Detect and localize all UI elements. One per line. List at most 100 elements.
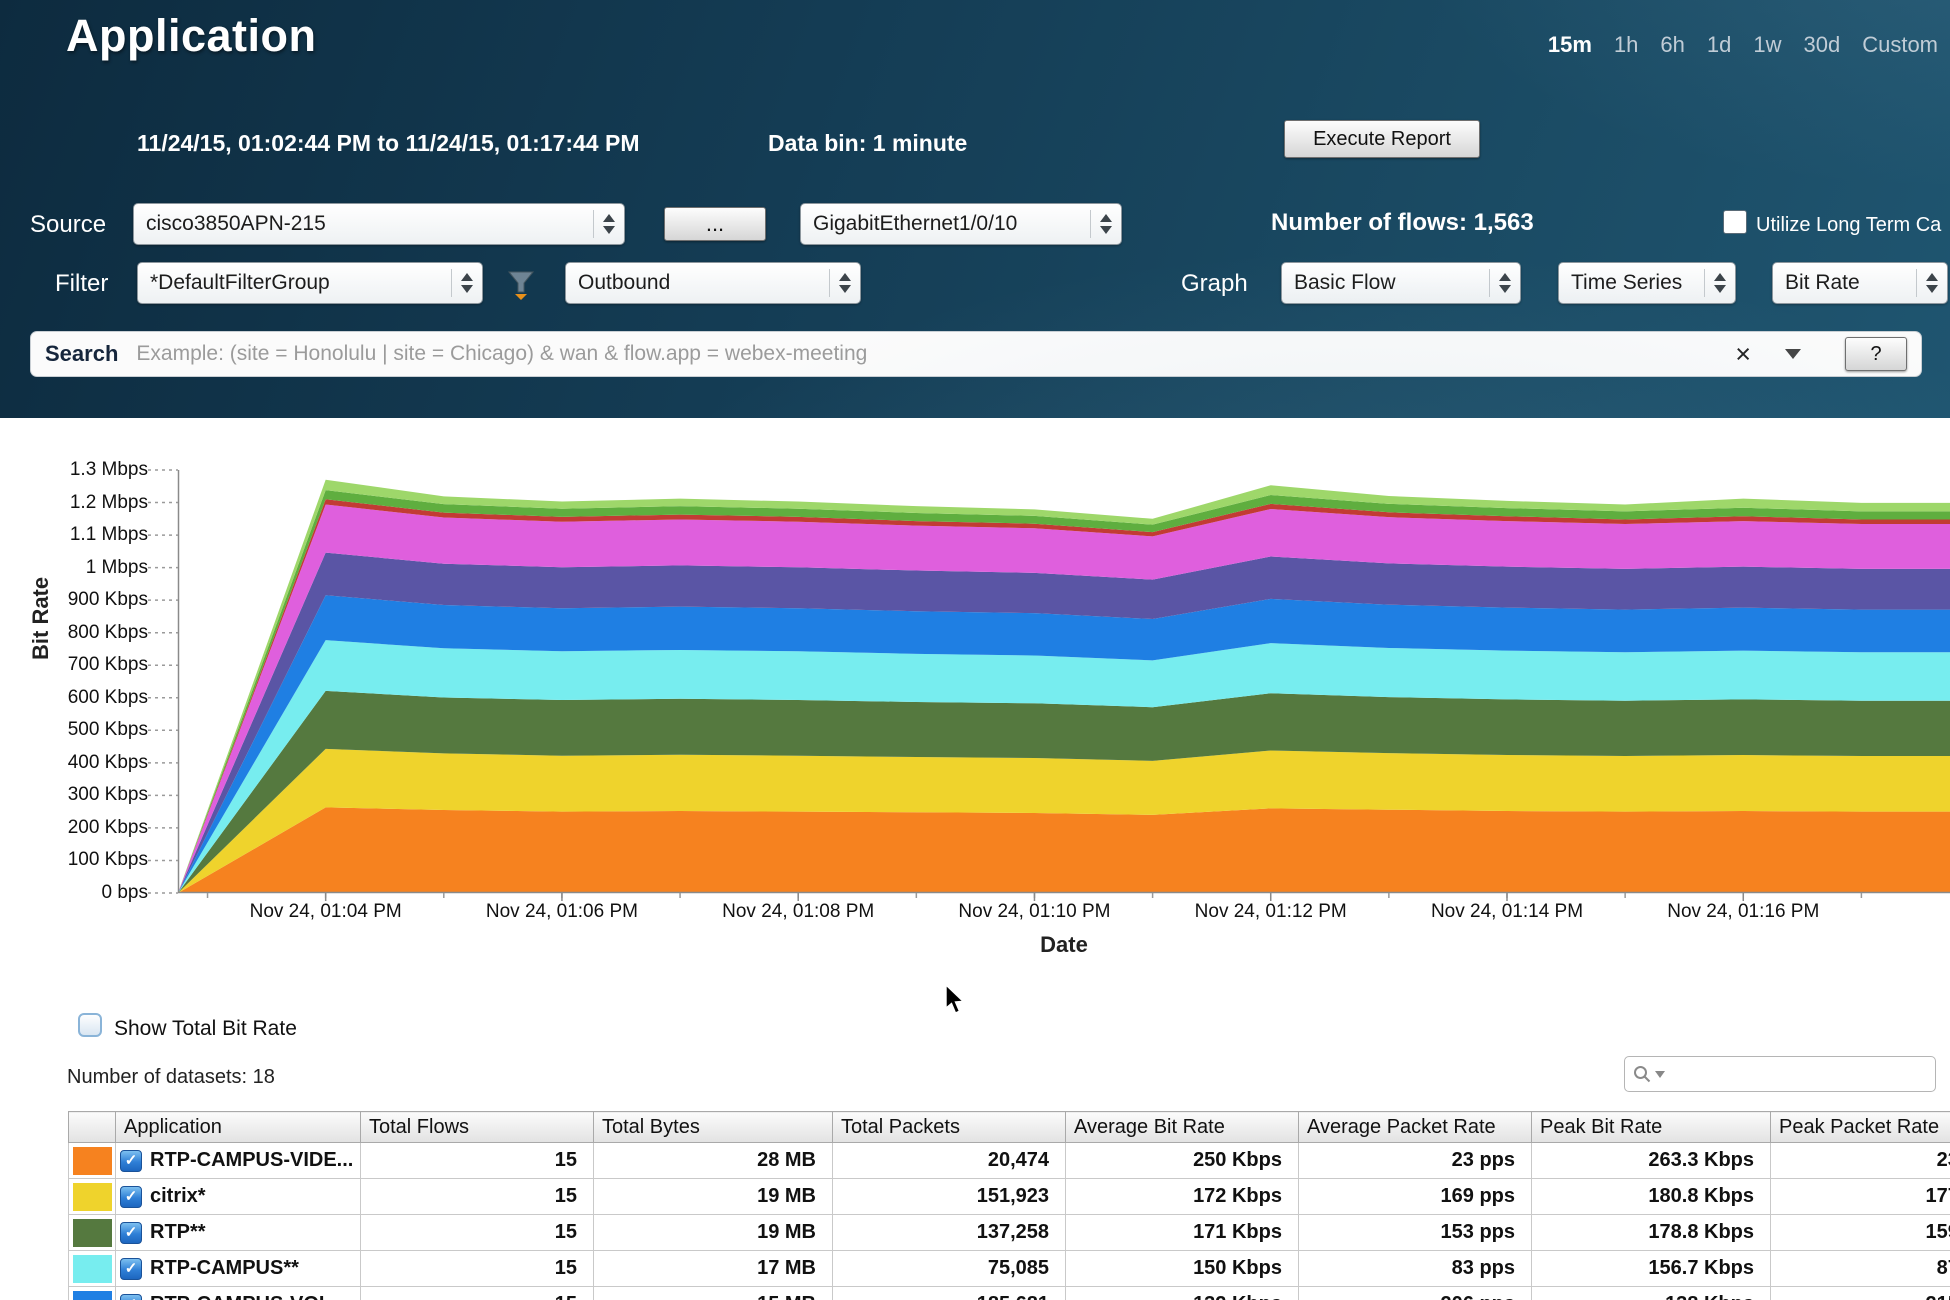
table-search-input[interactable] — [1671, 1063, 1927, 1086]
application-cell: ✓ RTP-CAMPUS** — [116, 1251, 361, 1287]
execute-report-button[interactable]: Execute Report — [1284, 120, 1480, 158]
cell-total_packets: 137,258 — [833, 1215, 1066, 1251]
stepper-icon[interactable] — [593, 210, 624, 238]
cell-avg_bit_rate: 171 Kbps — [1066, 1215, 1299, 1251]
report-time-span: 11/24/15, 01:02:44 PM to 11/24/15, 01:17… — [137, 130, 640, 157]
application-name: RTP-CAMPUS-VIDE... — [150, 1149, 353, 1171]
search-dropdown-caret-icon[interactable] — [1785, 349, 1801, 359]
time-range-selector: 15m 1h 6h 1d 1w 30d Custom — [1548, 32, 1938, 58]
show-total-bit-rate-checkbox[interactable] — [78, 1013, 102, 1037]
interface-value: GigabitEthernet1/0/10 — [813, 212, 1017, 236]
x-tick-label: Nov 24, 01:12 PM — [1195, 901, 1347, 923]
y-tick-label: 600 Kbps — [68, 687, 148, 709]
graph-metric-value: Bit Rate — [1785, 271, 1860, 295]
data-bin-label: Data bin: 1 minute — [768, 130, 967, 157]
y-tick-label: 400 Kbps — [68, 752, 148, 774]
time-range-1w[interactable]: 1w — [1753, 32, 1781, 58]
table-row: ✓RTP-CAMPUS-VOI...1515 MB185,681132 Kbps… — [69, 1287, 1950, 1300]
application-cell: ✓ RTP-CAMPUS-VIDE... — [116, 1143, 361, 1179]
application-report-page: Application 15m 1h 6h 1d 1w 30d Custom 11/24/1… — [0, 0, 1950, 1300]
stepper-icon[interactable] — [1704, 269, 1735, 297]
long-term-cache-checkbox[interactable] — [1723, 210, 1747, 234]
cell-peak_bit_rate: 156.7 Kbps — [1532, 1251, 1771, 1287]
cell-total_bytes: 15 MB — [594, 1287, 833, 1300]
application-flow-table: ApplicationTotal FlowsTotal BytesTotal P… — [68, 1111, 1950, 1300]
x-axis-title: Date — [1040, 932, 1088, 958]
cell-peak_bit_rate: 138 Kbps — [1532, 1287, 1771, 1300]
cell-total_bytes: 17 MB — [594, 1251, 833, 1287]
cell-total_packets: 185,681 — [833, 1287, 1066, 1300]
x-tick-label: Nov 24, 01:08 PM — [722, 901, 874, 923]
application-name: RTP-CAMPUS** — [150, 1257, 299, 1279]
stepper-icon[interactable] — [829, 269, 860, 297]
search-bar: Search × ? — [30, 331, 1922, 377]
direction-value: Outbound — [578, 271, 670, 295]
cell-total_flows: 15 — [361, 1287, 594, 1300]
time-range-1d[interactable]: 1d — [1707, 32, 1731, 58]
cell-avg_bit_rate: 150 Kbps — [1066, 1251, 1299, 1287]
direction-dropdown[interactable]: Outbound — [565, 262, 861, 304]
cell-peak_bit_rate: 178.8 Kbps — [1532, 1215, 1771, 1251]
mouse-cursor — [945, 985, 971, 1015]
column-header-peak-packet-rate[interactable]: Peak Packet Rate — [1771, 1112, 1950, 1143]
column-header-average-packet-rate[interactable]: Average Packet Rate — [1299, 1112, 1532, 1143]
y-tick-label: 100 Kbps — [68, 849, 148, 871]
cell-avg_bit_rate: 172 Kbps — [1066, 1179, 1299, 1215]
stepper-icon[interactable] — [1489, 269, 1520, 297]
filter-group-dropdown[interactable]: *DefaultFilterGroup — [137, 262, 483, 304]
series-color-swatch — [69, 1215, 116, 1251]
cell-peak_packet_rate: 23 pps — [1771, 1143, 1950, 1179]
y-tick-label: 700 Kbps — [68, 654, 148, 676]
cell-peak_bit_rate: 180.8 Kbps — [1532, 1179, 1771, 1215]
dataset-checkbox[interactable]: ✓ — [120, 1186, 142, 1208]
time-range-6h[interactable]: 6h — [1660, 32, 1684, 58]
y-tick-label: 1.3 Mbps — [70, 459, 148, 481]
column-header-total-bytes[interactable]: Total Bytes — [594, 1112, 833, 1143]
cell-peak_packet_rate: 87 pps — [1771, 1251, 1950, 1287]
table-row: ✓citrix*1519 MB151,923172 Kbps169 pps180… — [69, 1179, 1950, 1215]
graph-view-dropdown[interactable]: Time Series — [1558, 262, 1736, 304]
time-range-15m[interactable]: 15m — [1548, 32, 1592, 58]
application-name: citrix* — [150, 1185, 206, 1207]
search-options-caret-icon[interactable] — [1655, 1071, 1665, 1078]
column-header-application[interactable]: Application — [116, 1112, 361, 1143]
source-device-value: cisco3850APN-215 — [146, 212, 326, 236]
column-header-total-flows[interactable]: Total Flows — [361, 1112, 594, 1143]
time-range-custom[interactable]: Custom — [1862, 32, 1938, 58]
stepper-icon[interactable] — [451, 269, 482, 297]
source-label: Source — [30, 211, 106, 239]
search-help-button[interactable]: ? — [1845, 337, 1907, 371]
graph-label: Graph — [1181, 270, 1248, 298]
application-cell: ✓RTP** — [116, 1215, 361, 1251]
cell-avg_bit_rate: 132 Kbps — [1066, 1287, 1299, 1300]
y-tick-label: 1.1 Mbps — [70, 524, 148, 546]
source-device-dropdown[interactable]: cisco3850APN-215 — [133, 203, 625, 245]
search-input[interactable] — [134, 341, 1735, 367]
clear-search-icon[interactable]: × — [1735, 344, 1751, 364]
time-range-30d[interactable]: 30d — [1803, 32, 1840, 58]
application-cell: ✓RTP-CAMPUS-VOI... — [116, 1287, 361, 1300]
cell-total_packets: 75,085 — [833, 1251, 1066, 1287]
cell-avg_packet_rate: 23 pps — [1299, 1143, 1532, 1179]
more-button[interactable]: ... — [664, 207, 766, 241]
dataset-checkbox[interactable]: ✓ — [120, 1222, 142, 1244]
stepper-icon[interactable] — [1090, 210, 1121, 238]
y-tick-label: 1 Mbps — [86, 557, 148, 579]
time-range-1h[interactable]: 1h — [1614, 32, 1638, 58]
dataset-checkbox[interactable]: ✓ — [120, 1258, 142, 1280]
interface-dropdown[interactable]: GigabitEthernet1/0/10 — [800, 203, 1122, 245]
show-total-bit-rate-label: Show Total Bit Rate — [114, 1017, 297, 1041]
graph-type-dropdown[interactable]: Basic Flow — [1281, 262, 1521, 304]
flow-count-label: Number of flows: 1,563 — [1271, 209, 1534, 237]
column-header-total-packets[interactable]: Total Packets — [833, 1112, 1066, 1143]
column-header-peak-bit-rate[interactable]: Peak Bit Rate — [1532, 1112, 1771, 1143]
filter-settings-icon[interactable] — [505, 268, 537, 300]
dataset-checkbox[interactable]: ✓ — [120, 1150, 142, 1172]
cell-avg_packet_rate: 83 pps — [1299, 1251, 1532, 1287]
stepper-icon[interactable] — [1916, 269, 1947, 297]
cell-peak_packet_rate: 215 pps — [1771, 1287, 1950, 1300]
x-tick-label: Nov 24, 01:14 PM — [1431, 901, 1583, 923]
dataset-checkbox[interactable]: ✓ — [120, 1294, 142, 1300]
graph-metric-dropdown[interactable]: Bit Rate — [1772, 262, 1948, 304]
column-header-average-bit-rate[interactable]: Average Bit Rate — [1066, 1112, 1299, 1143]
